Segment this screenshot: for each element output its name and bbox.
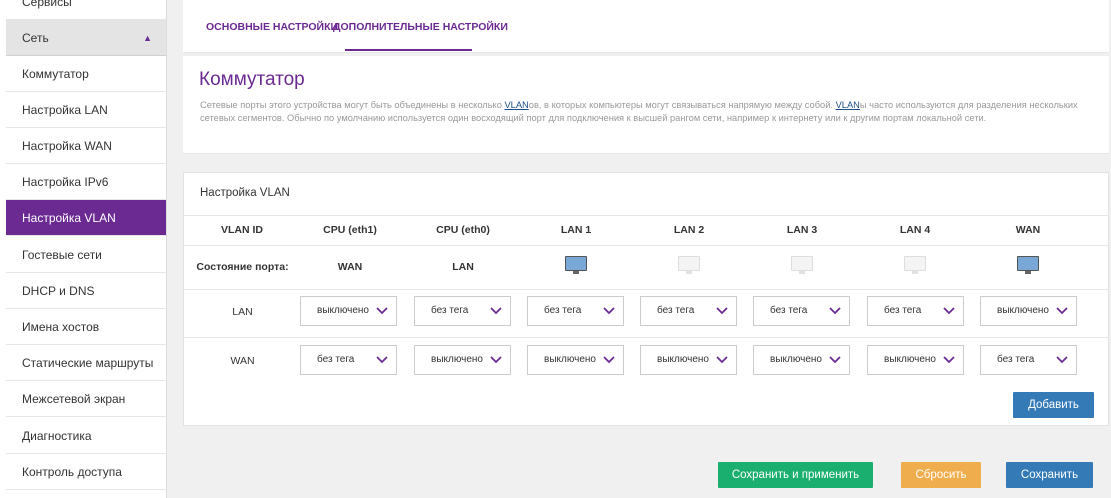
vlan-port-select[interactable]: выключено (527, 345, 624, 375)
sidebar-item-label: Сеть (22, 31, 49, 45)
vlan-port-select[interactable]: без тега (980, 345, 1077, 375)
vlan-port-select[interactable]: без тега (867, 296, 964, 326)
chevron-down-icon (603, 307, 615, 315)
sidebar-item-ipv6[interactable]: Настройка IPv6 (6, 164, 166, 200)
vlan-port-select[interactable]: выключено (980, 296, 1077, 326)
vlan-port-select[interactable]: без тега (300, 345, 397, 375)
vlan-port-select[interactable]: выключено (414, 345, 511, 375)
save-button[interactable]: Сохранить (1006, 462, 1093, 488)
sidebar-item-diagnostics[interactable]: Диагностика (6, 418, 166, 454)
column-header-lan2: LAN 2 (673, 224, 705, 236)
port-disconnected-icon (678, 256, 700, 276)
select-value: выключено (317, 305, 369, 316)
divider (184, 337, 1108, 338)
chevron-down-icon (716, 356, 728, 364)
chevron-down-icon (943, 307, 955, 315)
chevron-down-icon (829, 307, 841, 315)
card-title: Настройка VLAN (200, 187, 290, 199)
page-description: Сетевые порты этого устройства могут быт… (200, 99, 1095, 125)
chevron-down-icon (376, 356, 388, 364)
select-value: выключено (657, 354, 709, 365)
column-header-lan4: LAN 4 (899, 224, 931, 236)
chevron-down-icon (943, 356, 955, 364)
divider (184, 215, 1108, 216)
column-header-wan: WAN (1015, 224, 1041, 236)
chevron-down-icon (376, 307, 388, 315)
sidebar-item-switch[interactable]: Коммутатор (6, 56, 166, 92)
select-value: выключено (997, 305, 1049, 316)
vlan-port-select[interactable]: выключено (753, 345, 850, 375)
vlan-port-select[interactable]: выключено (640, 345, 737, 375)
sidebar-item-network[interactable]: Сеть ▲ (6, 20, 166, 56)
sidebar-item-lan[interactable]: Настройка LAN (6, 92, 166, 128)
select-value: без тега (431, 305, 469, 316)
port-state-cpu-eth1: WAN (337, 261, 363, 273)
chevron-down-icon (1056, 356, 1068, 364)
sidebar-item-access-control[interactable]: Контроль доступа (6, 454, 166, 490)
tab-basic-settings[interactable]: ОСНОВНЫЕ НАСТРОЙКИ (206, 21, 338, 33)
select-value: без тега (770, 305, 808, 316)
save-apply-button[interactable]: Сохранить и применить (718, 462, 873, 488)
select-value: выключено (770, 354, 822, 365)
vlan-port-select[interactable]: выключено (867, 345, 964, 375)
sidebar-item-firewall[interactable]: Межсетевой экран (6, 381, 166, 417)
tab-advanced-settings[interactable]: ДОПОЛНИТЕЛЬНЫЕ НАСТРОЙКИ (333, 21, 508, 33)
sidebar-item-services[interactable]: Сервисы (6, 0, 166, 20)
port-connected-icon (1017, 256, 1039, 276)
port-connected-icon (565, 256, 587, 276)
sidebar-item-guest-networks[interactable]: Гостевые сети (6, 237, 166, 273)
sidebar-item-vlan[interactable]: Настройка VLAN (6, 200, 166, 236)
sidebar-item-wan[interactable]: Настройка WAN (6, 128, 166, 164)
column-header-vlan-id: VLAN ID (221, 224, 263, 236)
select-value: без тега (884, 305, 922, 316)
vlan-port-select[interactable]: выключено (300, 296, 397, 326)
vlan-row-id: LAN (232, 306, 253, 318)
vlan-link[interactable]: VLAN (836, 100, 860, 110)
chevron-up-icon: ▲ (143, 33, 152, 43)
select-value: выключено (431, 354, 483, 365)
reset-button[interactable]: Сбросить (901, 462, 981, 488)
select-value: без тега (317, 354, 355, 365)
description-text: Сетевые порты этого устройства могут быт… (200, 100, 505, 110)
select-value: выключено (884, 354, 936, 365)
column-header-lan1: LAN 1 (560, 224, 592, 236)
select-value: без тега (997, 354, 1035, 365)
chevron-down-icon (716, 307, 728, 315)
column-header-lan3: LAN 3 (786, 224, 818, 236)
divider (184, 289, 1108, 290)
port-disconnected-icon (904, 256, 926, 276)
select-value: без тега (657, 305, 695, 316)
active-tab-indicator (345, 49, 472, 51)
vlan-port-select[interactable]: без тега (414, 296, 511, 326)
chevron-down-icon (490, 307, 502, 315)
column-header-cpu-eth0: CPU (eth0) (436, 224, 490, 236)
sidebar-item-dhcp-dns[interactable]: DHCP и DNS (6, 273, 166, 309)
sidebar-item-hostnames[interactable]: Имена хостов (6, 309, 166, 345)
select-value: выключено (544, 354, 596, 365)
tab-bar: ОСНОВНЫЕ НАСТРОЙКИ ДОПОЛНИТЕЛЬНЫЕ НАСТРО… (183, 0, 1109, 53)
sidebar-item-static-routes[interactable]: Статические маршруты (6, 345, 166, 381)
select-value: без тега (544, 305, 582, 316)
vlan-row-id: WAN (230, 355, 255, 367)
column-header-cpu-eth1: CPU (eth1) (323, 224, 377, 236)
sidebar: Сервисы Сеть ▲ Коммутатор Настройка LAN … (0, 0, 167, 498)
description-text: ов, в которых компьютеры могут связывать… (528, 100, 836, 110)
page-title: Коммутатор (199, 69, 305, 90)
chevron-down-icon (829, 356, 841, 364)
port-state-cpu-eth0: LAN (452, 261, 474, 273)
add-vlan-button[interactable]: Добавить (1013, 392, 1094, 418)
port-disconnected-icon (791, 256, 813, 276)
vlan-settings-card: Настройка VLAN VLAN ID CPU (eth1) CPU (e… (183, 172, 1109, 426)
chevron-down-icon (603, 356, 615, 364)
chevron-down-icon (1056, 307, 1068, 315)
vlan-port-select[interactable]: без тега (753, 296, 850, 326)
port-state-label: Состояние порта: (196, 261, 289, 273)
divider (184, 245, 1108, 246)
vlan-port-select[interactable]: без тега (527, 296, 624, 326)
chevron-down-icon (490, 356, 502, 364)
vlan-link[interactable]: VLAN (504, 100, 528, 110)
vlan-port-select[interactable]: без тега (640, 296, 737, 326)
info-panel: Коммутатор Сетевые порты этого устройств… (183, 56, 1109, 154)
